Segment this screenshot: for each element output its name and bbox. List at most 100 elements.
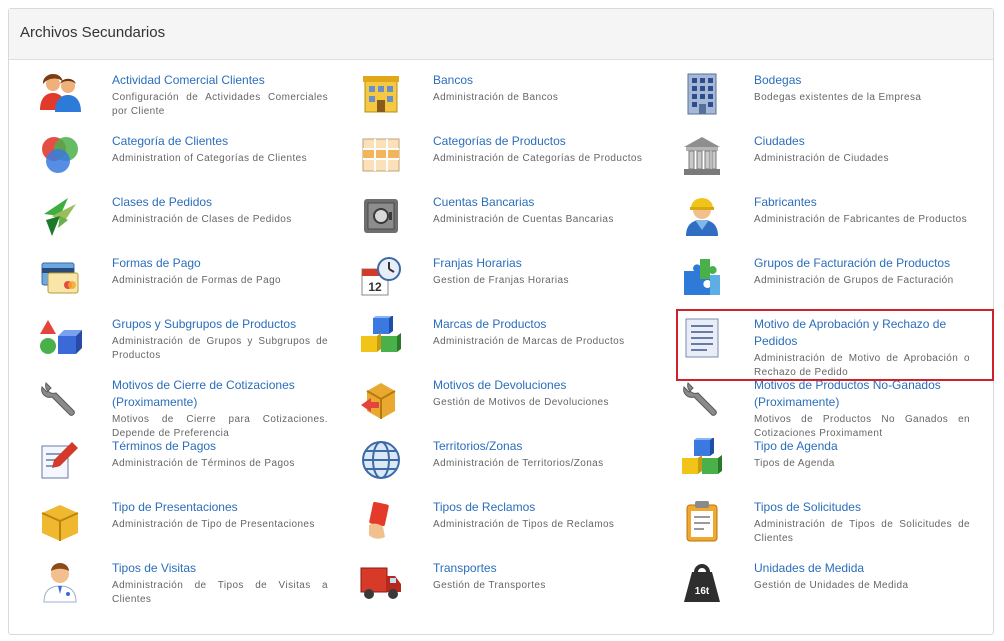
item-text: Unidades de Medida Gestión de Unidades de… [754,560,970,593]
blocks-icon[interactable] [359,316,403,360]
item-categoria-de-clientes[interactable]: Categoría de Clientes Administration of C… [38,133,338,194]
item-title-link[interactable]: Franjas Horarias [433,255,649,272]
item-title-link[interactable]: Motivos de Devoluciones [433,377,649,394]
warehouse-building-icon[interactable] [680,72,724,116]
item-description: Administración de Tipo de Presentaciones [112,519,315,530]
item-title-link[interactable]: Motivos de Cierre de Cotizaciones (Proxi… [112,377,328,411]
item-franjas-horarias[interactable]: 12 Franjas Horarias Gestion de Franjas Hor… [359,255,659,316]
item-unidades-de-medida[interactable]: 16t Unidades de Medida Gestión de Unidades… [680,560,980,621]
bank-building-icon[interactable] [359,72,403,116]
shapes-icon[interactable] [38,316,82,360]
circles-icon[interactable] [38,133,82,177]
item-tipo-de-agenda[interactable]: Tipo de Agenda Tipos de Agenda [680,438,980,499]
document-list-icon[interactable] [680,316,724,360]
item-text: Bodegas Bodegas existentes de la Empresa [754,72,970,105]
package-icon[interactable] [38,499,82,543]
item-motivos-de-productos-no-ganados-proximamente[interactable]: Motivos de Productos No-Ganados (Proxima… [680,377,980,438]
item-title-link[interactable]: Bodegas [754,72,970,89]
item-tipos-de-solicitudes[interactable]: Tipos de Solicitudes Administración de Ti… [680,499,980,560]
item-title-link[interactable]: Tipo de Agenda [754,438,970,455]
doctor-icon[interactable] [38,560,82,604]
pen-paper-icon[interactable] [38,438,82,482]
item-title-link[interactable]: Bancos [433,72,649,89]
item-text: Categorías de Productos Administración de… [433,133,649,166]
item-title-link[interactable]: Formas de Pago [112,255,328,272]
item-grupos-de-facturacion-de-productos[interactable]: Grupos de Facturación de Productos Admini… [680,255,980,316]
box-return-icon[interactable] [359,377,403,421]
item-description: Administración de Categorías de Producto… [433,153,643,164]
item-motivos-de-devoluciones[interactable]: Motivos de Devoluciones Gestión de Motivo… [359,377,659,438]
item-title-link[interactable]: Tipos de Reclamos [433,499,649,516]
calendar-clock-icon[interactable]: 12 [359,255,403,299]
item-text: Categoría de Clientes Administration of C… [112,133,328,166]
grid-table-icon[interactable] [359,133,403,177]
item-title-link[interactable]: Marcas de Productos [433,316,649,333]
item-title-link[interactable]: Transportes [433,560,649,577]
item-cuentas-bancarias[interactable]: Cuentas Bancarias Administración de Cuent… [359,194,659,255]
globe-icon[interactable] [359,438,403,482]
item-text: Transportes Gestión de Transportes [433,560,649,593]
item-title-link[interactable]: Categorías de Productos [433,133,649,150]
item-title-link[interactable]: Grupos de Facturación de Productos [754,255,970,272]
item-title-link[interactable]: Territorios/Zonas [433,438,649,455]
item-transportes[interactable]: Transportes Gestión de Transportes [359,560,659,621]
item-title-link[interactable]: Fabricantes [754,194,970,211]
item-title-link[interactable]: Clases de Pedidos [112,194,328,211]
item-terminos-de-pagos[interactable]: Términos de Pagos Administración de Térmi… [38,438,338,499]
item-motivo-de-aprobacion-y-rechazo-de-pedidos[interactable]: Motivo de Aprobación y Rechazo de Pedido… [680,316,980,377]
item-grupos-y-subgrupos-de-productos[interactable]: Grupos y Subgrupos de Productos Administr… [38,316,338,377]
credit-cards-icon[interactable] [38,255,82,299]
item-bodegas[interactable]: Bodegas Bodegas existentes de la Empresa [680,72,980,133]
item-actividad-comercial-clientes[interactable]: Actividad Comercial Clientes Configuració… [38,72,338,133]
item-tipos-de-reclamos[interactable]: Tipos de Reclamos Administración de Tipos… [359,499,659,560]
item-title-link[interactable]: Motivo de Aprobación y Rechazo de Pedido… [754,316,970,350]
item-tipo-de-presentaciones[interactable]: Tipo de Presentaciones Administración de … [38,499,338,560]
item-title-link[interactable]: Categoría de Clientes [112,133,328,150]
item-formas-de-pago[interactable]: Formas de Pago Administración de Formas d… [38,255,338,316]
item-title-link[interactable]: Motivos de Productos No-Ganados (Proxima… [754,377,970,411]
item-marcas-de-productos[interactable]: Marcas de Productos Administración de Mar… [359,316,659,377]
item-text: Formas de Pago Administración de Formas d… [112,255,328,288]
item-title-link[interactable]: Grupos y Subgrupos de Productos [112,316,328,333]
item-description: Tipos de Agenda [754,458,835,469]
item-title-link[interactable]: Tipos de Solicitudes [754,499,970,516]
item-title-link[interactable]: Tipos de Visitas [112,560,328,577]
truck-icon[interactable] [359,560,403,604]
city-hall-icon[interactable] [680,133,724,177]
item-title-link[interactable]: Términos de Pagos [112,438,328,455]
item-categorias-de-productos[interactable]: Categorías de Productos Administración de… [359,133,659,194]
blocks-icon[interactable] [680,438,724,482]
item-description: Administración de Grupos y Subgrupos de … [112,336,328,361]
safe-icon[interactable] [359,194,403,238]
wrench-icon[interactable] [680,377,724,421]
item-clases-de-pedidos[interactable]: Clases de Pedidos Administración de Clase… [38,194,338,255]
item-tipos-de-visitas[interactable]: Tipos de Visitas Administración de Tipos … [38,560,338,621]
item-title-link[interactable]: Actividad Comercial Clientes [112,72,328,89]
item-title-link[interactable]: Tipo de Presentaciones [112,499,328,516]
red-card-icon[interactable] [359,499,403,543]
worker-icon[interactable] [680,194,724,238]
item-description: Gestión de Transportes [433,580,546,591]
item-title-link[interactable]: Unidades de Medida [754,560,970,577]
item-description: Configuración de Actividades Comerciales… [112,92,328,117]
item-motivos-de-cierre-de-cotizaciones-proximamente[interactable]: Motivos de Cierre de Cotizaciones (Proxi… [38,377,338,438]
weight-icon[interactable]: 16t [680,560,724,604]
item-title-link[interactable]: Cuentas Bancarias [433,194,649,211]
item-description: Administración de Formas de Pago [112,275,281,286]
item-territorios-zonas[interactable]: Territorios/Zonas Administración de Terri… [359,438,659,499]
items-row: Tipo de Presentaciones Administración de … [0,499,1004,560]
items-row: Clases de Pedidos Administración de Clase… [0,194,1004,255]
item-text: Tipo de Agenda Tipos de Agenda [754,438,970,471]
item-fabricantes[interactable]: Fabricantes Administración de Fabricantes… [680,194,980,255]
item-title-link[interactable]: Ciudades [754,133,970,150]
puzzle-icon[interactable] [680,255,724,299]
item-ciudades[interactable]: Ciudades Administración de Ciudades [680,133,980,194]
item-text: Términos de Pagos Administración de Térmi… [112,438,328,471]
item-description: Administración de Cuentas Bancarias [433,214,614,225]
wrench-icon[interactable] [38,377,82,421]
origami-bird-icon[interactable] [38,194,82,238]
users-icon[interactable] [38,72,82,116]
clipboard-icon[interactable] [680,499,724,543]
item-text: Territorios/Zonas Administración de Terri… [433,438,649,471]
item-bancos[interactable]: Bancos Administración de Bancos [359,72,659,133]
